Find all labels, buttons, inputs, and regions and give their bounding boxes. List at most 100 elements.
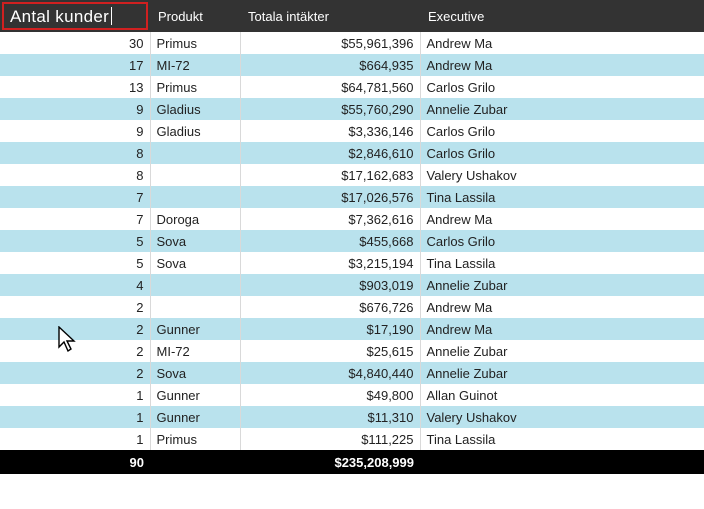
cell-count: 17 [0,54,150,76]
table-row[interactable]: 5Sova$3,215,194Tina Lassila [0,252,704,274]
cell-executive: Andrew Ma [420,318,704,340]
cell-executive: Andrew Ma [420,32,704,54]
cell-executive: Andrew Ma [420,296,704,318]
cell-executive: Annelie Zubar [420,98,704,120]
totals-row: 90 $235,208,999 [0,450,704,474]
cell-revenue: $2,846,610 [240,142,420,164]
cell-product [150,274,240,296]
cell-product [150,296,240,318]
cell-executive: Allan Guinot [420,384,704,406]
cell-executive: Carlos Grilo [420,230,704,252]
cell-revenue: $7,362,616 [240,208,420,230]
cell-executive: Tina Lassila [420,252,704,274]
cell-count: 2 [0,362,150,384]
cell-revenue: $4,840,440 [240,362,420,384]
cell-count: 1 [0,384,150,406]
table-row[interactable]: 7Doroga$7,362,616Andrew Ma [0,208,704,230]
cell-product: MI-72 [150,340,240,362]
cell-product: Gunner [150,406,240,428]
cell-revenue: $55,961,396 [240,32,420,54]
cell-count: 30 [0,32,150,54]
cell-executive: Valery Ushakov [420,406,704,428]
total-revenue: $235,208,999 [240,450,420,474]
cell-revenue: $3,336,146 [240,120,420,142]
cell-revenue: $17,162,683 [240,164,420,186]
cell-revenue: $664,935 [240,54,420,76]
table-row[interactable]: 13Primus$64,781,560Carlos Grilo [0,76,704,98]
cell-revenue: $111,225 [240,428,420,450]
cell-product [150,164,240,186]
cell-product: Gladius [150,120,240,142]
cell-product [150,142,240,164]
cell-count: 4 [0,274,150,296]
cell-revenue: $25,615 [240,340,420,362]
cell-count: 2 [0,318,150,340]
cell-count: 13 [0,76,150,98]
cell-revenue: $55,760,290 [240,98,420,120]
table-row[interactable]: 8 $2,846,610Carlos Grilo [0,142,704,164]
table-row[interactable]: 9Gladius$3,336,146Carlos Grilo [0,120,704,142]
cell-executive: Carlos Grilo [420,76,704,98]
cell-count: 1 [0,406,150,428]
cell-count: 7 [0,208,150,230]
table-row[interactable]: 2Gunner$17,190Andrew Ma [0,318,704,340]
cell-product: Sova [150,362,240,384]
data-table[interactable]: Produkt Totala intäkter Executive 30Prim… [0,0,704,474]
cell-executive: Annelie Zubar [420,274,704,296]
cell-executive: Annelie Zubar [420,362,704,384]
cell-product: Primus [150,428,240,450]
table-row[interactable]: 30Primus$55,961,396Andrew Ma [0,32,704,54]
cell-revenue: $49,800 [240,384,420,406]
cell-revenue: $455,668 [240,230,420,252]
table-row[interactable]: 5Sova$455,668Carlos Grilo [0,230,704,252]
table-row[interactable]: 4 $903,019Annelie Zubar [0,274,704,296]
cell-count: 8 [0,164,150,186]
table-row[interactable]: 2MI-72$25,615Annelie Zubar [0,340,704,362]
cell-product: Sova [150,230,240,252]
cell-count: 5 [0,230,150,252]
cell-count: 9 [0,120,150,142]
cell-product: Gunner [150,384,240,406]
cell-product: Primus [150,76,240,98]
column-header-edit-text: Antal kunder [10,7,109,26]
cell-executive: Carlos Grilo [420,120,704,142]
table-row[interactable]: 8 $17,162,683Valery Ushakov [0,164,704,186]
cell-count: 1 [0,428,150,450]
cell-revenue: $17,190 [240,318,420,340]
table-row[interactable]: 9Gladius$55,760,290Annelie Zubar [0,98,704,120]
table-row[interactable]: 1Gunner$11,310Valery Ushakov [0,406,704,428]
cell-count: 9 [0,98,150,120]
cell-revenue: $676,726 [240,296,420,318]
table-row[interactable]: 1Primus$111,225Tina Lassila [0,428,704,450]
table-row[interactable]: 1Gunner$49,800Allan Guinot [0,384,704,406]
col-header-revenue[interactable]: Totala intäkter [240,0,420,32]
cell-executive: Tina Lassila [420,186,704,208]
cell-count: 5 [0,252,150,274]
cell-count: 7 [0,186,150,208]
cell-revenue: $903,019 [240,274,420,296]
cell-product: Doroga [150,208,240,230]
cell-product: Gladius [150,98,240,120]
cell-revenue: $17,026,576 [240,186,420,208]
column-header-edit-input[interactable]: Antal kunder [2,2,148,30]
cell-product: Gunner [150,318,240,340]
text-caret [111,7,112,25]
cell-executive: Valery Ushakov [420,164,704,186]
table-row[interactable]: 7 $17,026,576Tina Lassila [0,186,704,208]
table-row[interactable]: 17MI-72$664,935Andrew Ma [0,54,704,76]
total-count: 90 [0,450,150,474]
cell-product: Sova [150,252,240,274]
cell-revenue: $11,310 [240,406,420,428]
cell-product: MI-72 [150,54,240,76]
cell-revenue: $3,215,194 [240,252,420,274]
cell-executive: Tina Lassila [420,428,704,450]
table-row[interactable]: 2 $676,726Andrew Ma [0,296,704,318]
table-row[interactable]: 2Sova$4,840,440Annelie Zubar [0,362,704,384]
cell-executive: Carlos Grilo [420,142,704,164]
cell-count: 8 [0,142,150,164]
cell-executive: Andrew Ma [420,208,704,230]
col-header-executive[interactable]: Executive [420,0,704,32]
cell-product [150,186,240,208]
cell-count: 2 [0,296,150,318]
col-header-product[interactable]: Produkt [150,0,240,32]
